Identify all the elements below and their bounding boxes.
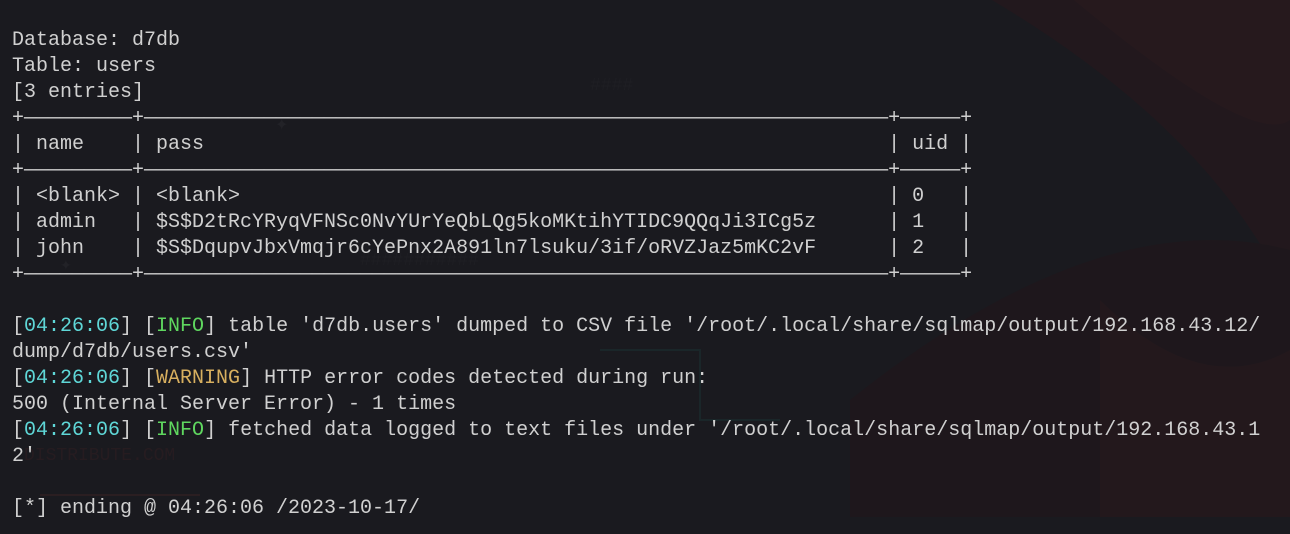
table-border-mid: +—————————+—————————————————————————————…	[12, 159, 972, 182]
log-line-info-cont: dump/d7db/users.csv'	[12, 341, 252, 364]
db-line: Database: d7db	[12, 29, 180, 52]
table-border-bot: +—————————+—————————————————————————————…	[12, 263, 972, 286]
table-row: | <blank> | <blank> | 0 |	[12, 185, 972, 208]
log-line-info2-cont: 2'	[12, 445, 36, 468]
log-line-warning: [04:26:06] [WARNING] HTTP error codes de…	[12, 367, 708, 390]
table-border-top: +—————————+—————————————————————————————…	[12, 107, 972, 130]
table-row: | admin | $S$D2tRcYRyqVFNSc0NvYUrYeQbLQg…	[12, 211, 972, 234]
entries-line: [3 entries]	[12, 81, 144, 104]
log-line-info: [04:26:06] [INFO] table 'd7db.users' dum…	[12, 315, 1260, 338]
log-line-warning-cont: 500 (Internal Server Error) - 1 times	[12, 393, 456, 416]
terminal-output: Database: d7db Table: users [3 entries] …	[0, 0, 1290, 534]
table-header-row: | name | pass | uid |	[12, 133, 972, 156]
table-row: | john | $S$DqupvJbxVmqjr6cYePnx2A891ln7…	[12, 237, 972, 260]
log-line-info2: [04:26:06] [INFO] fetched data logged to…	[12, 419, 1260, 442]
table-line: Table: users	[12, 55, 156, 78]
